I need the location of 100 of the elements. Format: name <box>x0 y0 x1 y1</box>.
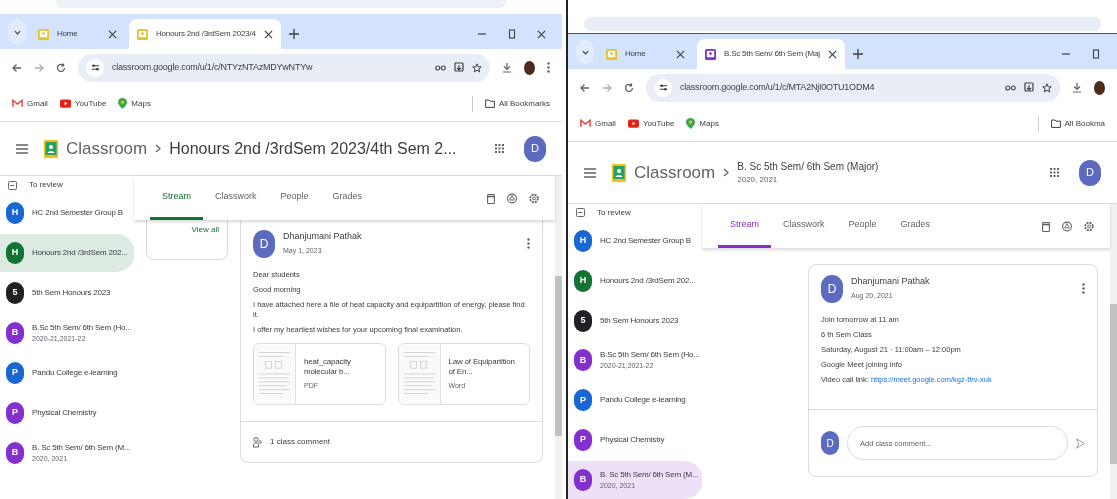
class-tab[interactable]: People <box>836 204 889 248</box>
bookmark-link[interactable]: YouTube <box>627 117 675 130</box>
app-name[interactable]: Classroom <box>634 159 716 186</box>
class-name: 5th Sem Honours 2023 <box>600 314 679 327</box>
scrollbar-thumb[interactable] <box>1110 304 1117 464</box>
reload-icon[interactable] <box>624 82 634 93</box>
apps-grid-icon[interactable] <box>1050 168 1059 177</box>
class-list-item[interactable]: H Honours 2nd /3rdSem 202... <box>0 234 136 272</box>
more-options-icon[interactable] <box>527 238 530 249</box>
site-info-button[interactable] <box>654 78 672 97</box>
content-scrollbar[interactable] <box>1110 204 1117 499</box>
tab-close-icon[interactable] <box>108 29 117 39</box>
class-list-item[interactable]: H HC 2nd Semester Group B <box>0 194 136 232</box>
settings-icon[interactable] <box>1084 220 1094 232</box>
class-list-item[interactable]: 5 5th Sem Honours 2023 <box>0 274 136 312</box>
more-options-icon[interactable] <box>1082 283 1085 294</box>
class-list-item[interactable]: P Pandu College e-learning <box>0 354 136 392</box>
breadcrumb-chevron-icon <box>155 144 162 153</box>
bookmark-link[interactable]: YouTube <box>59 97 107 110</box>
reload-icon[interactable] <box>56 62 66 73</box>
class-list-item[interactable]: H HC 2nd Semester Group B <box>568 221 704 260</box>
class-name: Physical Chemistry <box>600 434 665 447</box>
drive-icon[interactable] <box>1062 220 1072 232</box>
class-tab[interactable]: Grades <box>320 176 375 220</box>
bookmark-link[interactable]: Maps <box>686 117 719 130</box>
document-thumbnail-icon <box>254 344 296 404</box>
settings-icon[interactable] <box>529 192 539 204</box>
author-name: Dhanjumani Pathak <box>283 230 363 243</box>
bookmark-link[interactable]: Gmail <box>580 117 616 130</box>
class-tab[interactable]: Stream <box>718 204 771 248</box>
browser-tab[interactable]: Home <box>30 19 125 49</box>
class-name: HC 2nd Semester Group B <box>32 207 123 219</box>
bookmark-link[interactable]: Maps <box>118 97 151 110</box>
to-review-link[interactable]: To review <box>597 206 631 219</box>
account-avatar[interactable]: D <box>524 135 546 162</box>
class-avatar: P <box>574 389 592 412</box>
class-tab[interactable]: Classwork <box>771 204 837 248</box>
new-tab-plus-icon[interactable] <box>288 29 299 39</box>
profile-avatar-icon[interactable] <box>1094 80 1105 95</box>
view-all-link[interactable]: View all <box>191 224 219 236</box>
class-tab[interactable]: Classwork <box>203 176 269 220</box>
tab-close-icon[interactable] <box>676 49 685 59</box>
drive-icon[interactable] <box>507 192 517 204</box>
close-icon[interactable] <box>537 29 546 39</box>
class-avatar: 5 <box>574 309 592 332</box>
install-icon[interactable] <box>1024 82 1034 93</box>
class-list-item[interactable]: P Pandu College e-learning <box>568 381 704 420</box>
tab-search-button[interactable] <box>576 40 594 64</box>
tab-search-button[interactable] <box>8 20 26 44</box>
star-icon[interactable] <box>1042 82 1052 93</box>
download-icon[interactable] <box>502 62 512 73</box>
address-bar[interactable]: classroom.google.com/u/1/c/NTYzNTAzMDYwNTYw <box>78 53 490 82</box>
class-title: Honours 2nd /3rdSem 2023/4th Sem 2... <box>169 138 457 159</box>
class-list-item[interactable]: P Physical Chemistry <box>568 421 704 460</box>
apps-grid-icon[interactable] <box>495 144 504 153</box>
account-avatar[interactable]: D <box>1079 159 1101 186</box>
profile-avatar-icon[interactable] <box>524 60 535 75</box>
all-bookmarks-link[interactable]: All Bookmarks <box>484 97 550 110</box>
address-bar[interactable]: classroom.google.com/u/1/c/MTA2NjI0OTU1ODM4 <box>646 73 1060 102</box>
to-review-link[interactable]: To review <box>29 179 63 191</box>
site-info-button[interactable] <box>86 58 104 77</box>
author-name: Dhanjumani Pathak <box>851 275 931 288</box>
tab-close-icon[interactable] <box>263 29 273 39</box>
back-arrow-icon[interactable] <box>12 62 22 73</box>
install-icon[interactable] <box>454 62 464 73</box>
class-avatar: P <box>6 362 24 384</box>
maximize-icon[interactable] <box>1091 49 1101 59</box>
download-icon[interactable] <box>1072 82 1082 93</box>
more-menu-icon[interactable] <box>547 62 550 73</box>
hamburger-menu-icon[interactable] <box>16 143 28 154</box>
class-tab[interactable]: People <box>268 176 321 220</box>
class-name: B. Sc 5th Sem/ 6th Sem (M... <box>600 468 698 481</box>
maximize-icon[interactable] <box>507 29 517 39</box>
bookmark-link[interactable]: Gmail <box>12 97 48 110</box>
scrollbar-thumb[interactable] <box>555 276 562 436</box>
browser-tab[interactable]: Home <box>598 39 693 69</box>
browser-tab[interactable]: Honours 2nd /3rdSem 2023/4 <box>129 19 281 49</box>
content-scrollbar[interactable] <box>555 176 562 499</box>
calendar-icon[interactable] <box>1042 220 1050 232</box>
class-tab[interactable]: Grades <box>888 204 943 248</box>
class-list-item[interactable]: P Physical Chemistry <box>0 394 136 432</box>
tune-icon <box>90 63 100 72</box>
classroom-logo-icon <box>612 163 626 182</box>
class-name: Honours 2nd /3rdSem 202... <box>600 274 696 287</box>
all-bookmarks-link[interactable]: All Bookma <box>1050 117 1105 130</box>
calendar-icon[interactable] <box>487 192 495 204</box>
hamburger-menu-icon[interactable] <box>584 167 596 178</box>
new-tab-plus-icon[interactable] <box>852 49 863 59</box>
class-avatar: H <box>574 229 592 252</box>
browser-tab[interactable]: B.Sc 5th Sem/ 6th Sem (Maj <box>697 39 845 69</box>
tab-close-icon[interactable] <box>827 49 837 59</box>
app-name[interactable]: Classroom <box>66 135 148 162</box>
back-arrow-icon[interactable] <box>580 82 590 93</box>
class-list-item[interactable]: H Honours 2nd /3rdSem 202... <box>568 261 704 300</box>
star-icon[interactable] <box>472 62 482 73</box>
tab-title: B.Sc 5th Sem/ 6th Sem (Maj <box>724 48 820 60</box>
class-list-item[interactable]: 5 5th Sem Honours 2023 <box>568 301 704 340</box>
class-comment-count[interactable]: 1 class comment <box>270 436 331 448</box>
class-name: Honours 2nd /3rdSem 202... <box>32 247 128 259</box>
class-tab[interactable]: Stream <box>150 176 203 220</box>
